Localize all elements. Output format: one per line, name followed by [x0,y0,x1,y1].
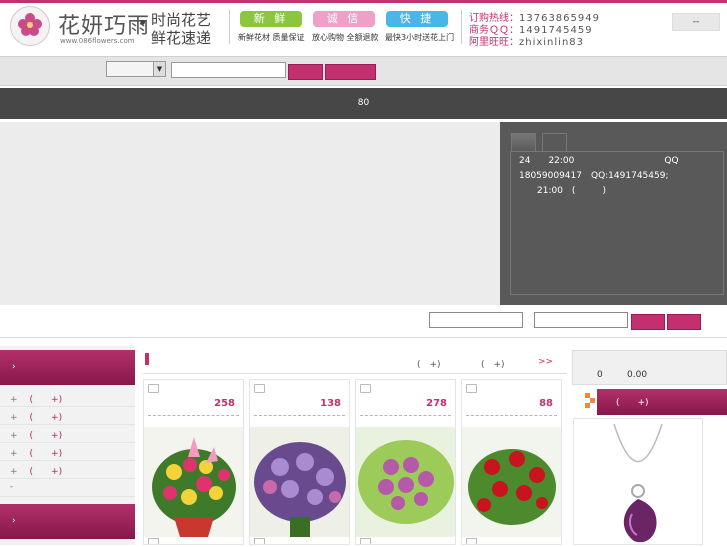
sidebar-item[interactable]: + ( +) [0,461,135,479]
logo-dot: • [138,13,148,32]
tag-fast: 快 捷 [386,11,448,27]
product-image[interactable] [356,427,455,537]
aliwangwang: 阿里旺旺：zhixinlin83 [469,33,584,48]
chat-icon[interactable] [466,384,477,393]
chat-icon[interactable] [254,384,265,393]
minus-icon: - [10,482,14,492]
query-input-1[interactable] [429,312,523,328]
search-button[interactable] [288,64,323,80]
chat-icon[interactable] [466,538,477,544]
tag-integrity: 诚 信 [313,11,375,27]
tag-fast-sub: 最快3小时送花上门 [385,33,455,42]
notice-tab-1[interactable] [511,133,536,152]
products-link-1[interactable]: ( +) [417,357,441,370]
chat-icon[interactable] [360,538,371,544]
advanced-search-button[interactable] [325,64,376,80]
divider [466,415,557,416]
tag-fresh: 新 鲜 [240,11,302,27]
search-input[interactable] [171,62,286,78]
cart-summary[interactable]: 0 0.00 [572,350,727,385]
header-divider [229,10,230,44]
section-marker [145,353,149,365]
notice-line3: 21:00 ( ) [519,186,606,196]
chat-icon[interactable] [148,384,159,393]
notice-line2: 18059009417 QQ:1491745459; [519,171,669,181]
main-nav: 80 [0,88,727,119]
wangwang-value: zhixinlin83 [519,37,585,48]
divider [254,415,345,416]
plus-icon: + [10,431,18,441]
sidebar-item[interactable]: + ( +) [0,389,135,407]
sidebar-heading-2[interactable]: › [0,504,135,539]
category-select[interactable]: ▼ [106,61,166,77]
sidebar-item[interactable]: + ( +) [0,425,135,443]
banner-area[interactable] [0,122,500,305]
cart-amount: 0.00 [627,370,648,380]
sidebar-item[interactable]: - [0,479,135,497]
divider [148,415,239,416]
more-link[interactable]: >> [538,357,553,367]
slogan-line2: 鲜花速递 [151,29,212,47]
product-price: 88 [539,398,553,409]
product-price: 138 [320,398,341,409]
logo-url: www.086flowers.com [60,37,135,45]
sidebar-heading-1[interactable]: › [0,350,135,385]
sidebar-item-label[interactable]: ( +) [30,467,63,477]
chat-icon[interactable] [360,384,371,393]
plus-icon: + [10,467,18,477]
section-marker [585,389,597,415]
product-card[interactable]: 138 [249,379,350,545]
language-button[interactable]: -- [672,13,720,31]
recommend-product[interactable] [573,418,703,545]
plus-icon: + [10,413,18,423]
chat-icon[interactable] [148,538,159,544]
product-image[interactable] [250,427,349,537]
query-button-1[interactable] [631,314,665,330]
chevron-down-icon[interactable]: ▼ [153,62,165,76]
product-image[interactable] [462,427,561,537]
sidebar-item-label[interactable]: ( +) [30,449,63,459]
logo-text[interactable]: 花妍巧雨 [58,8,150,40]
sidebar-item-label[interactable]: ( +) [30,395,63,405]
recommend-heading-label[interactable]: ( +) [616,398,649,408]
divider [360,415,451,416]
notice-tab-2[interactable] [542,133,567,152]
cart-count: 0 [597,370,603,380]
product-price: 278 [426,398,447,409]
tag-integrity-sub: 放心购物 全额退款 [312,33,379,42]
tag-fresh-sub: 新鲜花材 质量保证 [238,33,305,42]
plus-icon: + [10,395,18,405]
product-image[interactable] [144,427,243,537]
logo-flower-icon[interactable] [10,6,50,46]
sidebar-item-label[interactable]: ( +) [30,413,63,423]
recommend-heading[interactable]: ( +) [586,389,727,415]
chat-icon[interactable] [254,538,265,544]
necklace-image[interactable] [574,419,702,544]
top-accent-line [0,0,727,3]
query-button-2[interactable] [667,314,701,330]
product-card[interactable]: 258 [143,379,244,545]
product-card[interactable]: 278 [355,379,456,545]
query-input-2[interactable] [534,312,628,328]
sidebar-item[interactable]: + ( +) [0,443,135,461]
header-divider-2 [461,10,462,44]
notice-content: 24 22:00 QQ 18059009417 QQ:1491745459; 2… [510,151,724,295]
plus-icon: + [10,449,18,459]
sidebar-item-label[interactable]: ( +) [30,431,63,441]
wangwang-label: 阿里旺旺： [469,37,519,48]
nav-text[interactable]: 80 [358,98,369,108]
notice-line1: 24 22:00 QQ [519,156,679,166]
product-price: 258 [214,398,235,409]
product-card[interactable]: 88 [461,379,562,545]
sidebar-item[interactable]: + ( +) [0,407,135,425]
products-link-2[interactable]: ( +) [481,357,505,370]
